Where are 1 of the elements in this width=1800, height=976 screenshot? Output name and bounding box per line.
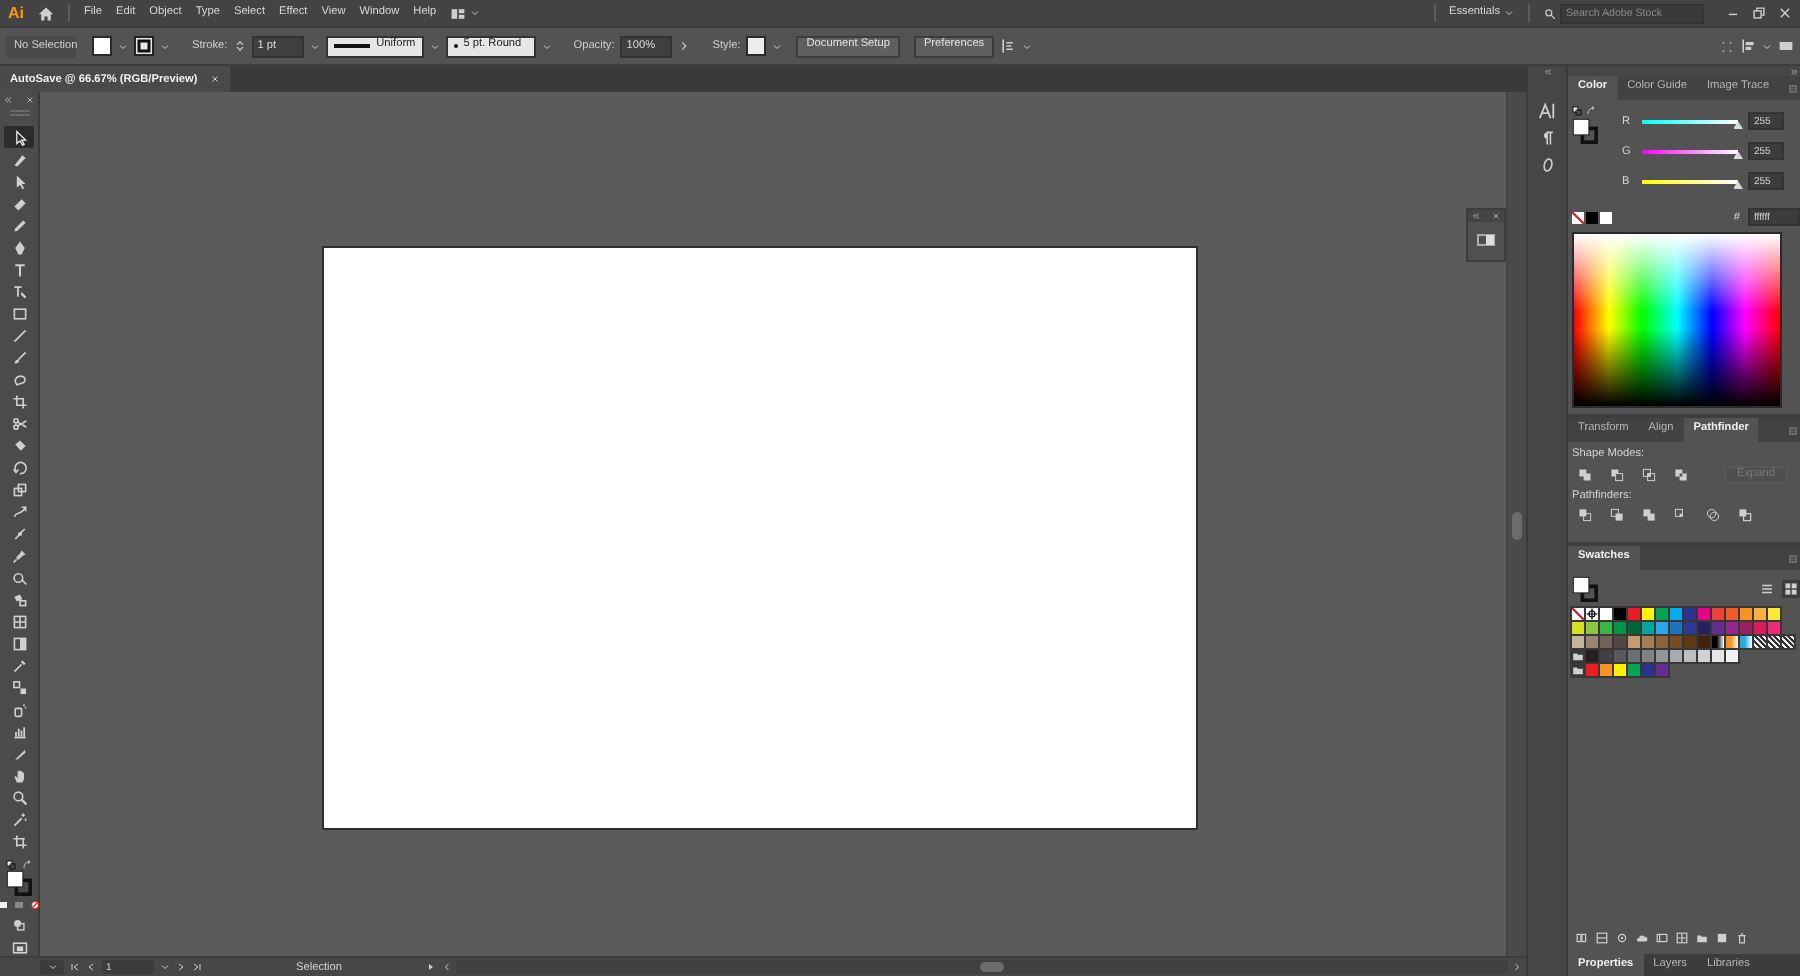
app-logo: Ai xyxy=(8,4,24,22)
